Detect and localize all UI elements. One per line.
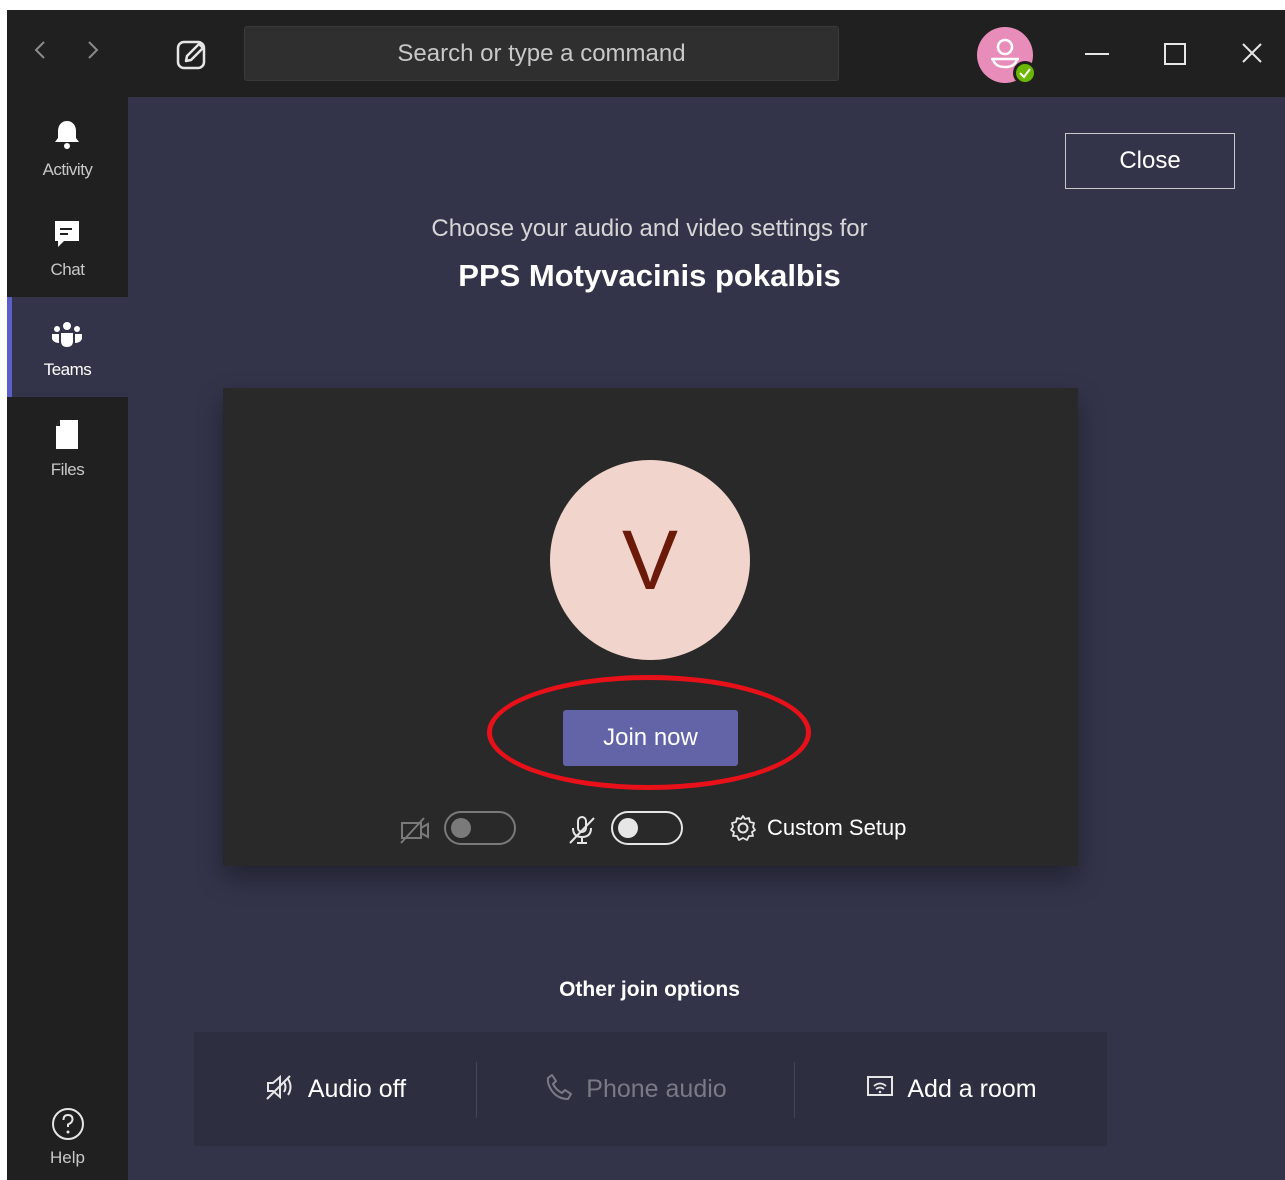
- other-join-options: Audio off Phone audio Add a room: [194, 1032, 1107, 1146]
- teams-window: Search or type a command Activity Chat T…: [7, 10, 1285, 1180]
- custom-setup-label: Custom Setup: [767, 815, 907, 840]
- phone-audio-option[interactable]: Phone audio: [477, 1032, 794, 1146]
- video-toggle[interactable]: [444, 811, 516, 845]
- toggle-knob: [618, 818, 638, 838]
- rail-label: Files: [50, 460, 85, 479]
- other-join-options-title: Other join options: [559, 978, 740, 1001]
- camera-off-icon: [400, 817, 429, 844]
- rail-item-chat[interactable]: Chat: [7, 197, 128, 297]
- phone-icon: [547, 1074, 573, 1101]
- close-window-button[interactable]: [1214, 10, 1285, 97]
- help-button[interactable]: Help: [7, 1107, 128, 1168]
- help-label: Help: [50, 1148, 85, 1167]
- forward-arrow-icon[interactable]: [80, 38, 104, 62]
- cast-icon: [867, 1076, 894, 1097]
- title-bar: Search or type a command: [7, 10, 1285, 97]
- app-rail: Activity Chat Teams Files Help: [7, 97, 128, 1180]
- phone-audio-label: Phone audio: [586, 1075, 727, 1103]
- maximize-button[interactable]: [1136, 10, 1214, 97]
- rail-label: Teams: [43, 360, 92, 379]
- audio-off-label: Audio off: [307, 1075, 407, 1103]
- bell-icon: [55, 121, 79, 149]
- chat-icon: [55, 221, 79, 247]
- join-now-button[interactable]: Join now: [563, 710, 738, 766]
- presence-available-icon: [1013, 61, 1037, 85]
- help-icon: [51, 1108, 84, 1140]
- gear-icon: [730, 815, 756, 841]
- compose-icon[interactable]: [175, 38, 209, 72]
- close-button[interactable]: Close: [1065, 133, 1235, 189]
- teams-icon: [52, 322, 82, 347]
- search-input[interactable]: Search or type a command: [244, 26, 839, 81]
- minimize-button[interactable]: [1058, 10, 1136, 97]
- rail-item-files[interactable]: Files: [7, 397, 128, 497]
- toggle-knob: [451, 818, 471, 838]
- user-initial-avatar: V: [550, 460, 750, 660]
- rail-item-teams[interactable]: Teams: [7, 297, 128, 397]
- user-avatar[interactable]: [977, 27, 1037, 85]
- mic-toggle[interactable]: [611, 811, 683, 845]
- add-room-label: Add a room: [907, 1075, 1037, 1103]
- mic-off-icon: [569, 816, 595, 844]
- speaker-off-icon: [266, 1075, 292, 1101]
- add-room-option[interactable]: Add a room: [795, 1032, 1107, 1146]
- rail-item-activity[interactable]: Activity: [7, 97, 128, 197]
- meeting-title: PPS Motyvacinis pokalbis: [458, 258, 841, 293]
- rail-label: Activity: [42, 160, 93, 179]
- custom-setup-button[interactable]: Custom Setup: [723, 811, 906, 845]
- audio-off-option[interactable]: Audio off: [194, 1032, 476, 1146]
- file-icon: [56, 420, 78, 449]
- settings-subtitle: Choose your audio and video settings for: [431, 215, 868, 242]
- rail-label: Chat: [50, 260, 85, 279]
- back-arrow-icon[interactable]: [29, 38, 53, 62]
- video-preview: V Join now Custom Setup: [223, 388, 1078, 866]
